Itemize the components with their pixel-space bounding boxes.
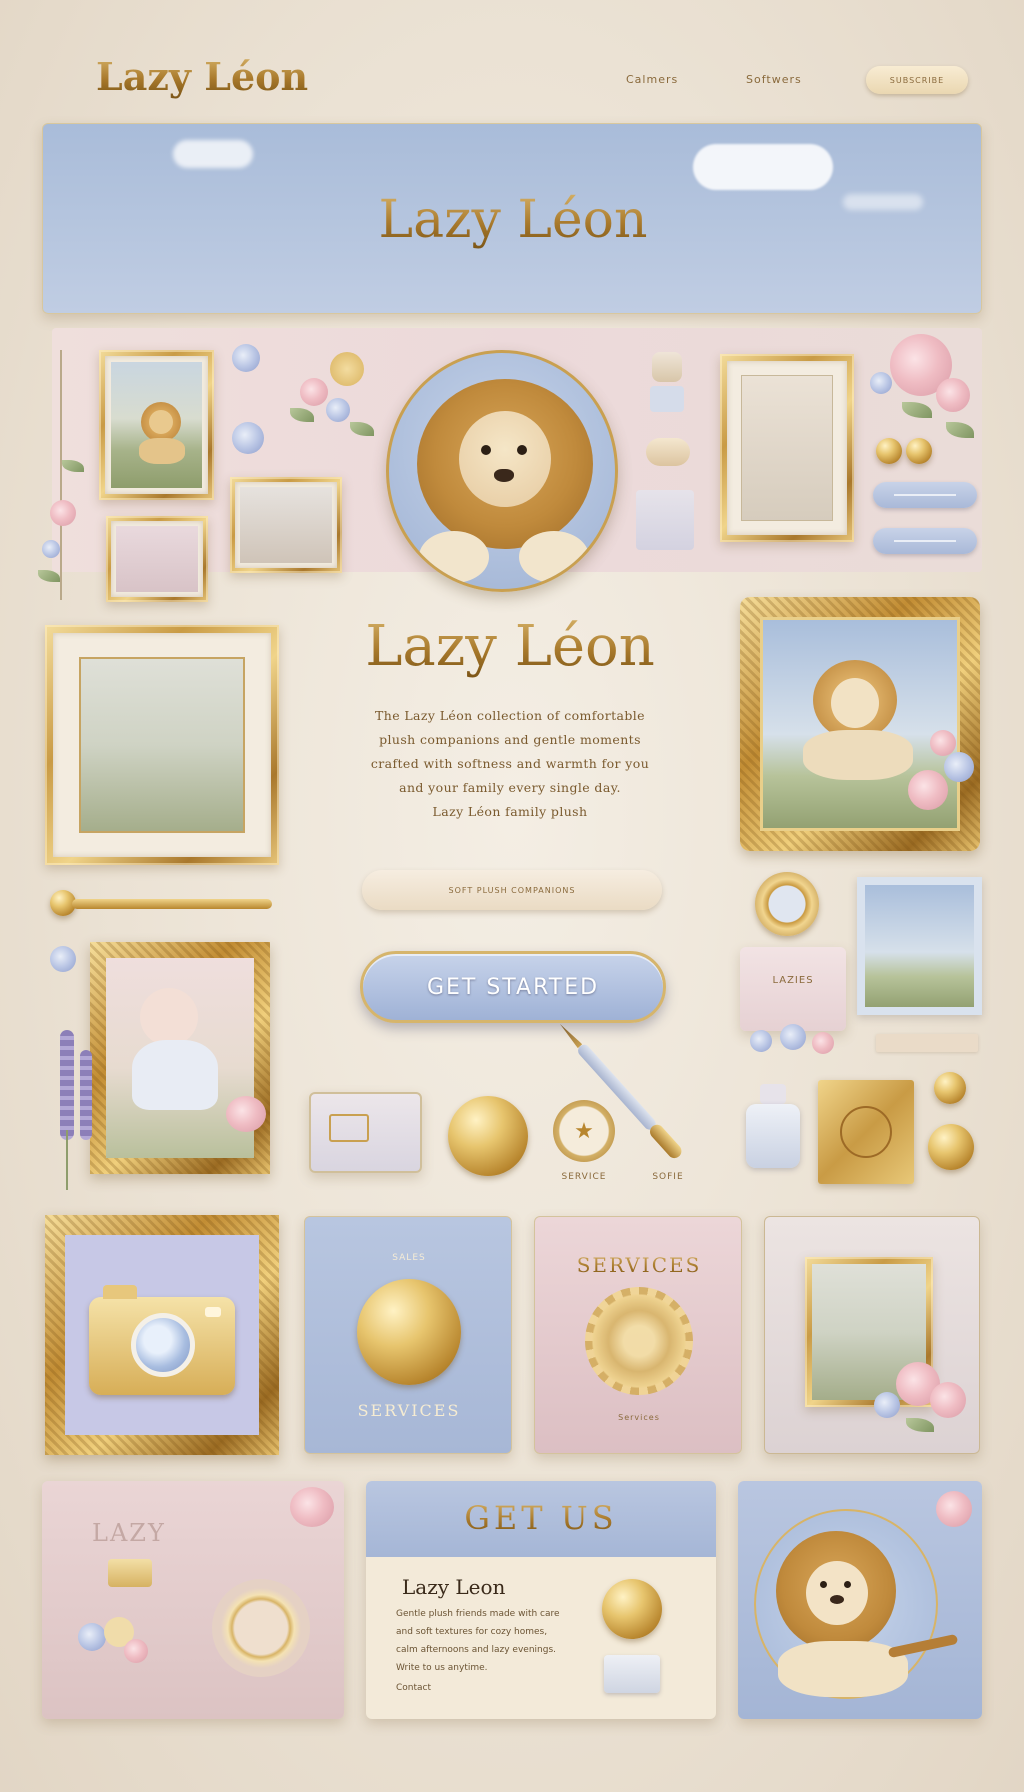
photo-frame-lion-small [99, 350, 214, 500]
services-pink-bottom: Services [618, 1413, 660, 1422]
services-blue-bottom: SERVICES [357, 1401, 461, 1420]
wildflower-left [32, 340, 92, 610]
get-us-footer: Contact [396, 1683, 432, 1693]
brand-logo[interactable]: Lazy Léon [96, 54, 308, 99]
blue-pill-button-1[interactable] [873, 482, 977, 508]
intro-line-5: Lazy Léon family plush [432, 804, 588, 819]
intro-line-3: crafted with softness and warmth for you [370, 756, 650, 771]
get-us-header: GET US [366, 1481, 716, 1557]
camera-icon [89, 1285, 235, 1395]
button-blue-top[interactable] [232, 344, 260, 372]
intro-title: Lazy Léon [290, 614, 730, 679]
intro-subpill-label: SOFT PLUSH COMPANIONS [448, 885, 576, 895]
get-us-line-4: Write to us anytime. [396, 1663, 488, 1673]
certificate-frame [720, 354, 854, 542]
lazies-card: LAZIES [740, 947, 846, 1031]
gold-badge-square [818, 1080, 914, 1184]
button-small-left[interactable] [50, 946, 76, 972]
bouquet-center-left [280, 338, 390, 458]
gold-coin-large[interactable] [448, 1096, 528, 1176]
services-blue-top: SALES [392, 1253, 426, 1263]
services-card-pink[interactable]: SERVICES Services [534, 1216, 742, 1454]
button-blue-rose[interactable] [232, 422, 264, 454]
lazy-title: LAZY [92, 1519, 166, 1547]
perfume-bottle [742, 1084, 804, 1174]
services-pink-top: SERVICES [535, 1253, 743, 1277]
intro-line-2: plush companions and gentle moments [379, 732, 641, 747]
star-button[interactable]: ★ [553, 1100, 615, 1162]
lazy-badge [108, 1559, 152, 1587]
tile-stamp[interactable] [309, 1092, 422, 1173]
ornament-blue-tile [650, 386, 684, 412]
lazies-tag [876, 1034, 978, 1052]
star-icon: ★ [574, 1118, 594, 1144]
roses-misty-card [866, 1352, 986, 1452]
tile-label-sofie: SOFIE [652, 1172, 684, 1182]
lavender-sprig [40, 1030, 110, 1190]
services-pink-emblem [585, 1287, 693, 1395]
photo-frame-landscape-small [230, 477, 342, 573]
lazies-flowers [746, 1020, 856, 1064]
nav-cta-label: SUBSCRIBE [889, 75, 945, 85]
top-nav: Lazy Léon Calmers Softwers SUBSCRIBE [0, 40, 1024, 120]
blue-pill-button-2[interactable] [873, 528, 977, 554]
get-us-line-2: and soft textures for cozy homes, [396, 1627, 548, 1637]
lazy-rose [290, 1487, 334, 1527]
get-us-brand: Lazy Leon [402, 1575, 506, 1599]
get-us-line-3: calm afternoons and lazy evenings. [396, 1645, 556, 1655]
ornament-blue-square [636, 490, 694, 550]
cloud-left [173, 140, 253, 168]
roses-ornate-corner [900, 730, 990, 830]
ornament-shell [646, 438, 690, 466]
large-frame-meadow [45, 625, 279, 865]
get-started-button[interactable]: GET STARTED [360, 951, 666, 1023]
get-us-title: GET US [366, 1499, 716, 1537]
lazy-bouquet [68, 1613, 158, 1683]
camera-frame [45, 1215, 279, 1455]
get-us-body: Gentle plush friends made with care and … [396, 1605, 616, 1697]
nav-link-softwers[interactable]: Softwers [746, 73, 802, 86]
gold-medallion-right[interactable] [755, 872, 819, 936]
get-us-card[interactable]: GET US Lazy Leon Gentle plush friends ma… [366, 1481, 716, 1719]
get-started-label: GET STARTED [426, 974, 600, 1000]
ornate-frame-child [90, 942, 270, 1174]
sky-photo-card [857, 877, 982, 1015]
nav-link-calmers[interactable]: Calmers [626, 73, 678, 86]
photo-frame-pink-small [106, 516, 208, 602]
rose-child-frame [226, 1096, 266, 1132]
hero-banner: Lazy Léon [42, 123, 982, 314]
nav-cta-button[interactable]: SUBSCRIBE [866, 66, 968, 94]
hero-title: Lazy Léon [43, 190, 983, 250]
lazies-label: LAZIES [772, 975, 814, 986]
tile-label-service: SERVICE [561, 1172, 607, 1182]
intro-body: The Lazy Léon collection of comfortable … [300, 704, 720, 824]
gold-key-ornament [50, 890, 280, 916]
lazy-card-pink[interactable]: LAZY [42, 1481, 344, 1719]
intro-line-1: The Lazy Léon collection of comfortable [375, 708, 645, 723]
gold-button-left[interactable] [876, 438, 902, 464]
gold-ring-top[interactable] [934, 1072, 966, 1104]
intro-line-4: and your family every single day. [399, 780, 621, 795]
lazy-medallion [212, 1579, 310, 1677]
get-us-gold-button[interactable] [602, 1579, 662, 1639]
intro-subpill: SOFT PLUSH COMPANIONS [362, 870, 662, 910]
services-blue-medallion [357, 1279, 461, 1385]
get-us-line-1: Gentle plush friends made with care [396, 1609, 560, 1619]
lion-portrait-center [386, 350, 618, 592]
cloud-right [693, 144, 833, 190]
get-us-tile[interactable] [604, 1655, 660, 1693]
gold-ring-bottom[interactable] [928, 1124, 974, 1170]
ornament-small [652, 352, 682, 382]
lion-card-blue[interactable] [738, 1481, 982, 1719]
services-card-blue[interactable]: SALES SERVICES [304, 1216, 512, 1454]
gold-button-right[interactable] [906, 438, 932, 464]
